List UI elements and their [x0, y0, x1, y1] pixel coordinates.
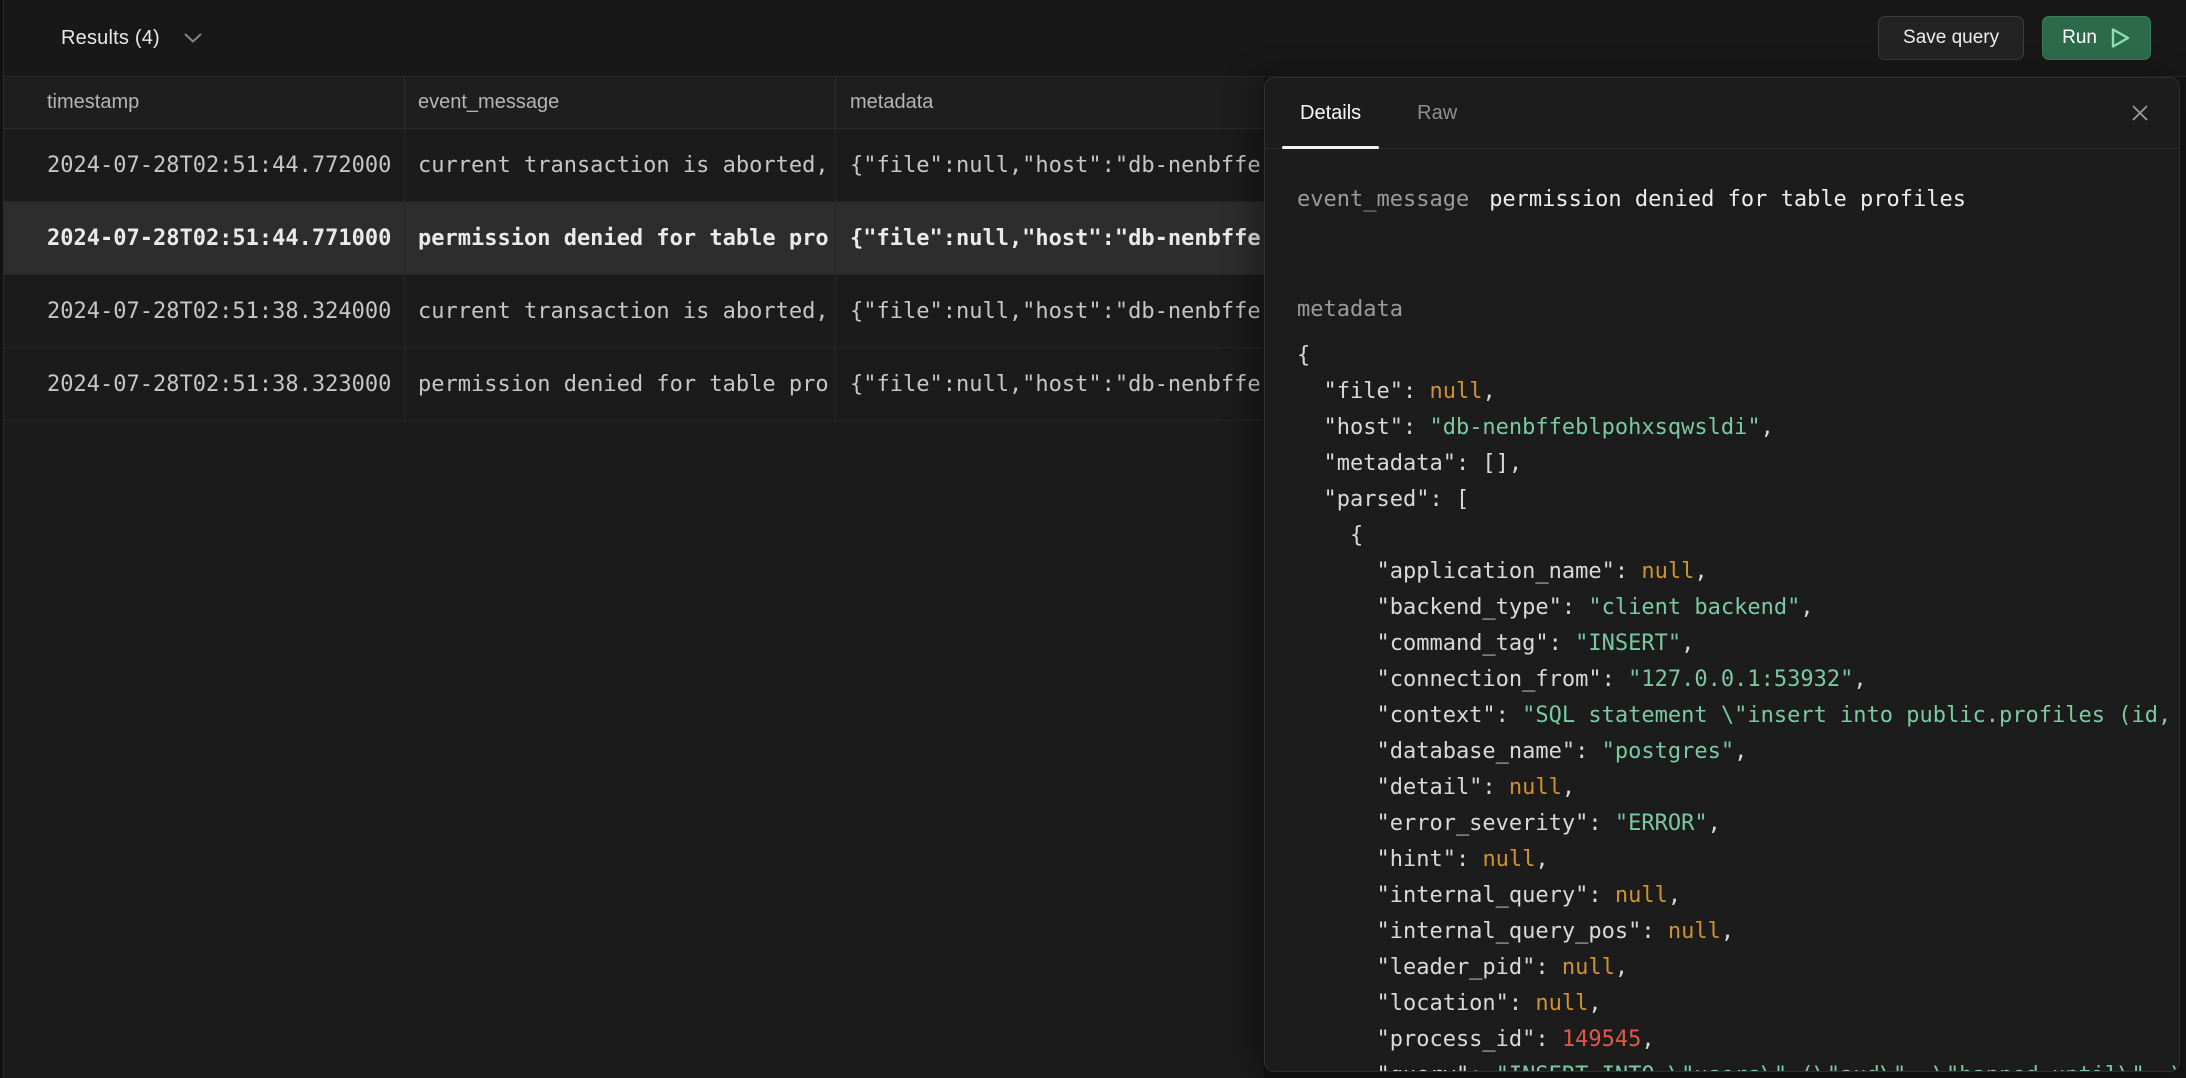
details-panel: Details Raw event_message permission deni…	[1264, 77, 2180, 1072]
close-icon[interactable]	[2129, 102, 2151, 124]
cell-metadata: {"file":null,"host":"db-nenbffe	[836, 202, 1264, 274]
metadata-label: metadata	[1297, 297, 1403, 322]
table-row[interactable]: 2024-07-28T02:51:38.323000permission den…	[0, 348, 1264, 421]
cell-event-message: permission denied for table pro	[405, 202, 836, 274]
cell-timestamp: 2024-07-28T02:51:38.324000	[0, 275, 405, 347]
save-query-button[interactable]: Save query	[1878, 16, 2024, 60]
toolbar-actions: Save query Run	[1878, 16, 2151, 60]
column-header-event-message: event_message	[405, 77, 836, 128]
column-header-metadata: metadata	[836, 77, 1264, 128]
metadata-json: { "file": null, "host": "db-nenbffeblpoh…	[1297, 338, 2180, 1072]
left-edge-divider	[0, 0, 4, 1078]
chevron-down-icon	[184, 33, 202, 43]
event-message-row: event_message permission denied for table…	[1297, 187, 1966, 212]
table-body: 2024-07-28T02:51:44.772000current transa…	[0, 129, 1264, 421]
cell-event-message: permission denied for table pro	[405, 348, 836, 420]
cell-metadata: {"file":null,"host":"db-nenbffe	[836, 129, 1264, 201]
details-body: event_message permission denied for table…	[1265, 149, 2179, 1072]
table-row[interactable]: 2024-07-28T02:51:38.324000current transa…	[0, 275, 1264, 348]
cell-event-message: current transaction is aborted,	[405, 275, 836, 347]
cell-metadata: {"file":null,"host":"db-nenbffe	[836, 275, 1264, 347]
log-explorer-app: Results (4) Save query Run timestamp eve…	[0, 0, 2186, 1078]
cell-metadata: {"file":null,"host":"db-nenbffe	[836, 348, 1264, 420]
run-button[interactable]: Run	[2042, 16, 2151, 60]
results-count-label: Results (4)	[61, 27, 160, 50]
cell-timestamp: 2024-07-28T02:51:44.772000	[0, 129, 405, 201]
event-message-value: permission denied for table profiles	[1489, 187, 1966, 212]
run-button-label: Run	[2062, 27, 2097, 49]
table-header: timestamp event_message metadata	[0, 77, 1264, 129]
details-tab-bar: Details Raw	[1265, 78, 2179, 149]
table-row[interactable]: 2024-07-28T02:51:44.772000current transa…	[0, 129, 1264, 202]
cell-timestamp: 2024-07-28T02:51:38.323000	[0, 348, 405, 420]
tab-details[interactable]: Details	[1300, 78, 1361, 148]
toolbar: Results (4) Save query Run	[0, 0, 2186, 77]
column-header-timestamp: timestamp	[0, 77, 405, 128]
play-icon	[2109, 26, 2131, 50]
cell-timestamp: 2024-07-28T02:51:44.771000	[0, 202, 405, 274]
results-table: timestamp event_message metadata 2024-07…	[0, 77, 1264, 1078]
cell-event-message: current transaction is aborted,	[405, 129, 836, 201]
event-message-label: event_message	[1297, 187, 1469, 212]
table-row[interactable]: 2024-07-28T02:51:44.771000permission den…	[0, 202, 1264, 275]
tab-raw[interactable]: Raw	[1417, 78, 1457, 148]
results-dropdown[interactable]: Results (4)	[61, 27, 202, 50]
